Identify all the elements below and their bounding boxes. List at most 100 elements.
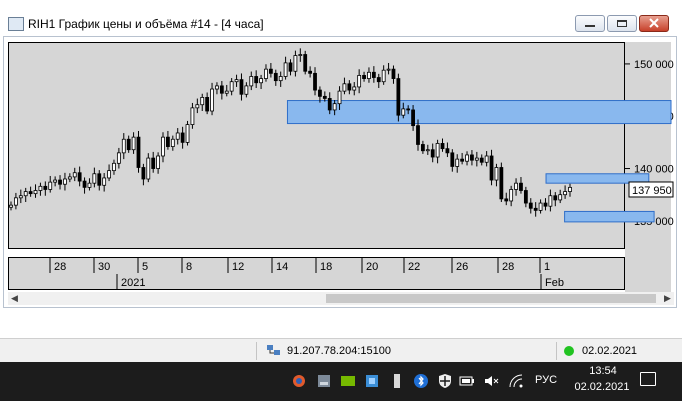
candle-body [509,189,514,202]
candle-body [9,204,13,208]
candle-body [548,195,553,207]
candle-body [58,179,62,185]
candle-body [411,109,415,127]
volume-muted-icon[interactable] [483,373,499,389]
battery-icon[interactable] [459,373,475,389]
candle-body [470,154,474,161]
candle-body [185,124,190,143]
candle-body [87,182,92,188]
network-tray-icon[interactable] [364,373,380,389]
network-connection-icon [267,345,280,355]
candle-body [416,125,420,145]
candle-body [430,149,435,158]
candle-body [67,176,72,180]
candle-body [102,177,107,186]
candle-body [33,190,38,195]
level-zone [286,100,672,125]
candle-body [166,136,170,147]
candle-body [479,157,484,163]
candle-body [533,207,538,211]
candle-body [528,202,533,209]
candle-body [63,178,67,185]
scroll-right-icon[interactable]: ▶ [661,292,674,305]
candle-body [23,191,28,197]
status-separator [556,342,557,360]
clock-date[interactable]: 02.02.2021 [566,381,638,393]
candle-body [121,138,126,154]
candle-body [219,85,224,94]
candle-body [342,83,347,92]
candle-body [568,186,572,192]
candle-body [229,81,234,92]
wifi-icon[interactable] [508,373,524,389]
candle-body [563,191,567,196]
candle-body [239,79,244,95]
nvidia-tray-icon[interactable] [340,373,356,389]
candle-body [420,144,425,152]
candle-body [425,149,430,152]
app-tray-icon[interactable] [291,373,307,389]
status-date: 02.02.2021 [582,345,638,357]
connection-status-indicator [564,346,574,356]
candle-body [215,85,219,90]
candle-body [268,68,273,74]
input-language[interactable]: РУС [535,374,557,386]
windows-taskbar: РУС 13:54 02.02.2021 [0,362,682,401]
candle-body [337,90,342,105]
bluetooth-icon[interactable] [413,373,429,389]
candle-body [460,158,465,162]
candle-body [283,62,288,77]
candle-body [293,55,298,72]
date-tick-label: 8 [186,261,192,273]
scroll-thumb[interactable] [326,294,656,303]
usb-device-icon[interactable] [389,373,405,389]
clock-time[interactable]: 13:54 [578,365,628,377]
candle-body [318,89,322,97]
candle-body [406,108,411,111]
candle-body [313,72,317,91]
notification-center-icon[interactable] [640,372,656,386]
candle-body [18,195,23,199]
date-tick-label: 5 [142,261,148,273]
status-bar: 91.207.78.204:15100 02.02.2021 [0,338,682,362]
candle-body [362,75,366,79]
horizontal-scrollbar[interactable]: ◀ ▶ [8,292,674,305]
candle-body [504,198,509,202]
date-tick-label: 28 [502,261,514,273]
date-tick-label: 14 [276,261,288,273]
scroll-left-icon[interactable]: ◀ [8,292,21,305]
date-tick-label: 30 [98,261,110,273]
candle-body [278,76,283,82]
candle-body [38,185,43,191]
candle-body [499,167,504,200]
current-price-label: 137 950 [632,185,672,197]
connection-address: 91.207.78.204:15100 [287,345,391,357]
candle-body [48,181,53,190]
workspace-background [0,308,682,338]
candle-body [200,97,205,106]
candle-body [146,157,151,180]
date-tick-label: 26 [456,261,468,273]
candle-body [450,152,455,167]
candle-body [538,202,543,211]
candle-body [440,143,445,150]
candle-body [136,136,141,168]
candle-body [170,138,175,147]
candle-body [116,152,121,164]
candle-body [396,78,401,116]
candle-body [254,76,259,84]
status-separator [256,342,257,360]
candle-body [386,68,391,71]
candle-body [298,54,303,56]
candle-body [371,71,376,78]
candle-body [352,86,357,91]
candle-body [14,197,18,206]
candle-body [244,85,249,95]
candle-body [381,69,386,83]
candle-body [259,78,263,84]
candle-body [156,155,161,169]
security-shield-icon[interactable] [437,373,453,389]
candle-body [92,173,97,184]
candle-body [376,77,381,83]
device-tray-icon[interactable] [316,373,332,389]
